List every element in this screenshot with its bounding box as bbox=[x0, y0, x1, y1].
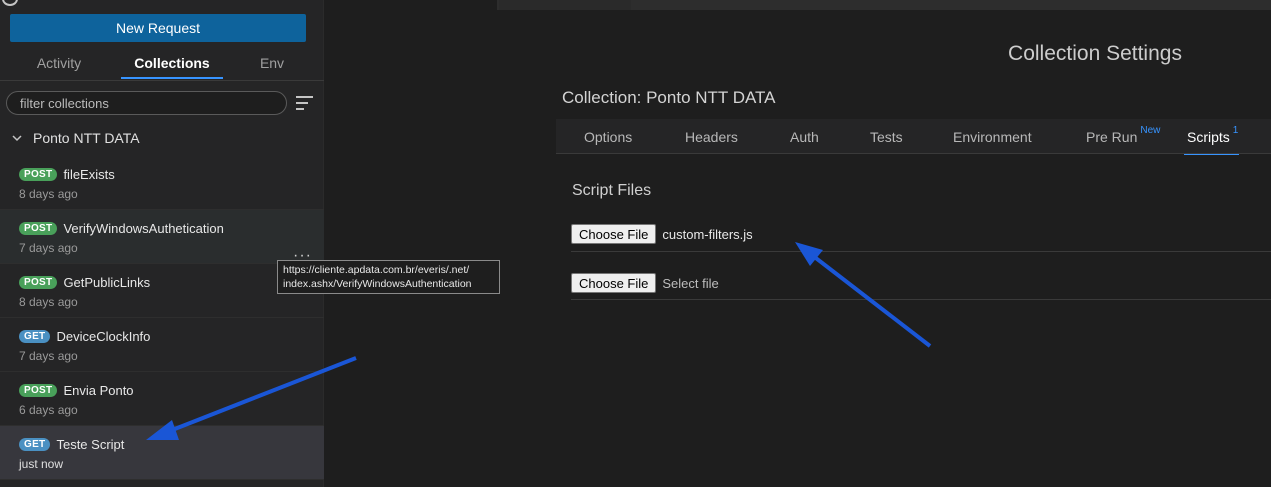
request-item[interactable]: GET DeviceClockInfo 7 days ago bbox=[0, 318, 324, 372]
tab-tests[interactable]: Tests bbox=[870, 119, 903, 154]
request-item[interactable]: GET Teste Script just now bbox=[0, 426, 324, 480]
script-file-row: Choose File custom-filters.js bbox=[571, 222, 1271, 246]
divider bbox=[571, 251, 1271, 252]
collection-header[interactable]: Ponto NTT DATA bbox=[0, 126, 324, 150]
request-time: just now bbox=[19, 457, 64, 471]
tooltip-line: https://cliente.apdata.com.br/everis/.ne… bbox=[283, 264, 470, 276]
new-request-button[interactable]: New Request bbox=[10, 14, 306, 42]
filter-box bbox=[6, 91, 287, 115]
collection-label: Collection: Ponto NTT DATA bbox=[562, 88, 776, 107]
tab-headers[interactable]: Headers bbox=[685, 119, 738, 154]
method-badge: GET bbox=[19, 438, 51, 451]
divider bbox=[571, 299, 1271, 300]
account-icon[interactable] bbox=[2, 0, 18, 6]
request-time: 7 days ago bbox=[19, 349, 78, 363]
app-window: New Request Activity Collections Env Pon… bbox=[0, 0, 1271, 487]
url-tooltip: https://cliente.apdata.com.br/everis/.ne… bbox=[277, 260, 500, 294]
request-item[interactable]: POST Envia Ponto 6 days ago bbox=[0, 372, 324, 426]
choose-file-button[interactable]: Choose File bbox=[571, 224, 657, 244]
request-time: 8 days ago bbox=[19, 295, 78, 309]
tab-env[interactable]: Env bbox=[236, 48, 308, 78]
sidebar-tabs: Activity Collections Env bbox=[0, 48, 324, 80]
file-name: custom-filters.js bbox=[662, 226, 753, 242]
tab-pre-run[interactable]: Pre Run New bbox=[1086, 119, 1160, 154]
file-name: Select file bbox=[662, 275, 719, 291]
request-name: DeviceClockInfo bbox=[56, 329, 151, 344]
method-badge: POST bbox=[19, 168, 58, 181]
editor-tab[interactable] bbox=[325, 0, 497, 10]
chevron-down-icon[interactable] bbox=[0, 132, 33, 144]
filter-collections-input[interactable] bbox=[7, 92, 286, 114]
settings-tabs: Options Headers Auth Tests Environment P… bbox=[556, 119, 1271, 155]
collection-name: Ponto NTT DATA bbox=[33, 130, 140, 146]
tab-environment[interactable]: Environment bbox=[953, 119, 1032, 154]
script-files-heading: Script Files bbox=[572, 182, 652, 199]
page-title: Collection Settings bbox=[1008, 42, 1182, 65]
tab-scripts[interactable]: Scripts 1 bbox=[1183, 119, 1240, 155]
request-name: Envia Ponto bbox=[63, 383, 134, 398]
request-item[interactable]: POST GetPublicLinks 8 days ago bbox=[0, 264, 324, 318]
request-name: GetPublicLinks bbox=[63, 275, 151, 290]
sidebar: New Request Activity Collections Env Pon… bbox=[0, 0, 324, 487]
method-badge: POST bbox=[19, 384, 58, 397]
script-file-row: Choose File Select file bbox=[571, 271, 1271, 295]
request-item[interactable]: POST VerifyWindowsAuthetication 7 days a… bbox=[0, 210, 324, 264]
editor-tab[interactable] bbox=[499, 0, 631, 10]
tab-options[interactable]: Options bbox=[584, 119, 632, 154]
request-time: 8 days ago bbox=[19, 187, 78, 201]
request-name: Teste Script bbox=[56, 437, 125, 452]
tab-collections[interactable]: Collections bbox=[121, 48, 223, 79]
request-item[interactable]: POST fileExists 8 days ago bbox=[0, 156, 324, 210]
tooltip-line: index.ashx/VerifyWindowsAuthentication bbox=[283, 278, 472, 290]
request-time: 6 days ago bbox=[19, 403, 78, 417]
request-list: POST fileExists 8 days ago POST VerifyWi… bbox=[0, 156, 324, 480]
divider bbox=[0, 80, 324, 81]
request-name: VerifyWindowsAuthetication bbox=[63, 221, 224, 236]
method-badge: POST bbox=[19, 276, 58, 289]
method-badge: GET bbox=[19, 330, 51, 343]
new-badge: New bbox=[1140, 125, 1161, 136]
count-badge: 1 bbox=[1232, 125, 1239, 136]
choose-file-button[interactable]: Choose File bbox=[571, 273, 657, 293]
request-name: fileExists bbox=[63, 167, 115, 182]
sort-lines-icon[interactable] bbox=[296, 96, 313, 110]
editor-tab-bar bbox=[325, 0, 1271, 10]
tab-activity[interactable]: Activity bbox=[10, 48, 108, 78]
method-badge: POST bbox=[19, 222, 58, 235]
request-time: 7 days ago bbox=[19, 241, 78, 255]
tab-auth[interactable]: Auth bbox=[790, 119, 819, 154]
